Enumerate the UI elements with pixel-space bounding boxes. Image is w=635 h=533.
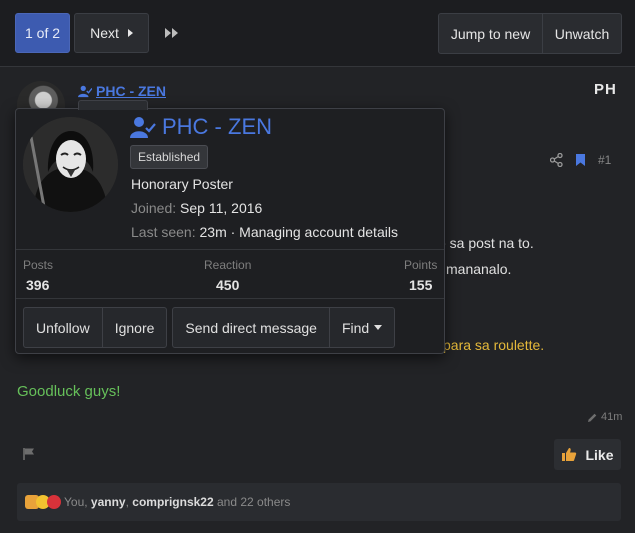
post-number-link[interactable]: #1 <box>598 153 611 167</box>
member-avatar[interactable] <box>23 117 118 212</box>
post-closing-text: Goodluck guys! <box>17 383 121 400</box>
masked-figure-icon <box>23 117 118 212</box>
ignore-button[interactable]: Ignore <box>101 308 167 347</box>
member-joined: Joined: Sep 11, 2016 <box>131 200 262 216</box>
report-flag-icon[interactable] <box>22 447 36 461</box>
stat-value: 396 <box>26 277 50 293</box>
stat-posts[interactable]: Posts 396 <box>23 258 53 293</box>
heart-reaction-icon <box>47 495 61 509</box>
joined-value: Sep 11, 2016 <box>180 200 263 216</box>
next-page-button[interactable]: Next <box>74 13 149 53</box>
unfollow-button[interactable]: Unfollow <box>24 308 102 347</box>
user-check-icon <box>78 85 92 98</box>
message-find-group: Send direct message Find <box>172 307 396 348</box>
thread-actions-group: Jump to new Unwatch <box>438 13 622 54</box>
member-tooltip-card: PHC - ZEN Established Honorary Poster Jo… <box>15 100 445 354</box>
reactions-bar[interactable]: You, yanny, comprignsk22 and 22 others <box>17 483 621 521</box>
reaction-others[interactable]: and 22 others <box>217 495 290 509</box>
post-body-line: e sa post na to. <box>438 235 534 251</box>
jump-to-new-button[interactable]: Jump to new <box>439 14 543 53</box>
joined-label: Joined: <box>131 200 177 216</box>
last-seen-label: Last seen: <box>131 224 196 240</box>
member-stats: Posts 396 Reaction 450 Points 155 <box>16 249 444 299</box>
next-page-label: Next <box>90 25 119 41</box>
thumbs-up-icon <box>562 448 577 461</box>
stat-label: Posts <box>23 258 54 272</box>
last-seen-value: 23m · Managing account details <box>199 224 398 240</box>
user-check-icon <box>130 117 156 138</box>
caret-down-icon <box>374 325 383 330</box>
member-action-buttons: Unfollow Ignore Send direct message Find <box>23 307 396 348</box>
thread-toolbar: 1 of 2 Next Jump to new Unwatch <box>0 0 635 66</box>
reaction-user[interactable]: comprignsk22 <box>132 495 213 509</box>
reaction-emojis <box>25 495 61 509</box>
share-icon[interactable] <box>550 153 563 167</box>
post-body-line: mananalo. <box>446 261 512 277</box>
reaction-you: You <box>64 495 85 509</box>
post-body-highlight: para sa roulette. <box>443 337 545 353</box>
tooltip-arrow <box>78 100 148 110</box>
bookmark-icon[interactable] <box>575 153 586 167</box>
follow-ignore-group: Unfollow Ignore <box>23 307 168 348</box>
member-name-text: PHC - ZEN <box>162 114 272 139</box>
member-last-seen: Last seen: 23m · Managing account detail… <box>131 224 398 240</box>
reaction-user[interactable]: yanny <box>91 495 126 509</box>
like-label: Like <box>585 446 614 463</box>
stat-label: Reaction <box>204 258 252 272</box>
find-label: Find <box>341 319 370 336</box>
send-direct-message-button[interactable]: Send direct message <box>173 308 329 347</box>
stat-value: 155 <box>409 277 433 293</box>
stat-value: 450 <box>216 277 240 293</box>
member-name-link[interactable]: PHC - ZEN <box>130 114 272 140</box>
post-username-text: PHC - ZEN <box>96 83 166 99</box>
member-title: Honorary Poster <box>131 176 233 192</box>
member-badge: Established <box>130 145 209 169</box>
post-username-link[interactable]: PHC - ZEN <box>78 83 166 99</box>
stat-points[interactable]: Points 155 <box>404 258 437 293</box>
last-page-icon[interactable] <box>160 22 184 44</box>
chevron-right-icon <box>127 29 133 37</box>
find-dropdown-button[interactable]: Find <box>328 308 394 347</box>
post-actions: #1 <box>550 153 611 167</box>
stat-label: Points <box>404 258 438 272</box>
edited-indicator[interactable]: 41m <box>587 411 622 423</box>
unwatch-button[interactable]: Unwatch <box>543 14 621 53</box>
edited-time: 41m <box>601 411 623 423</box>
like-button[interactable]: Like <box>554 439 621 470</box>
stat-reaction[interactable]: Reaction 450 <box>204 258 251 293</box>
location-tag: PH <box>594 81 617 98</box>
pencil-icon <box>588 413 597 422</box>
page-indicator-button[interactable]: 1 of 2 <box>15 13 70 53</box>
